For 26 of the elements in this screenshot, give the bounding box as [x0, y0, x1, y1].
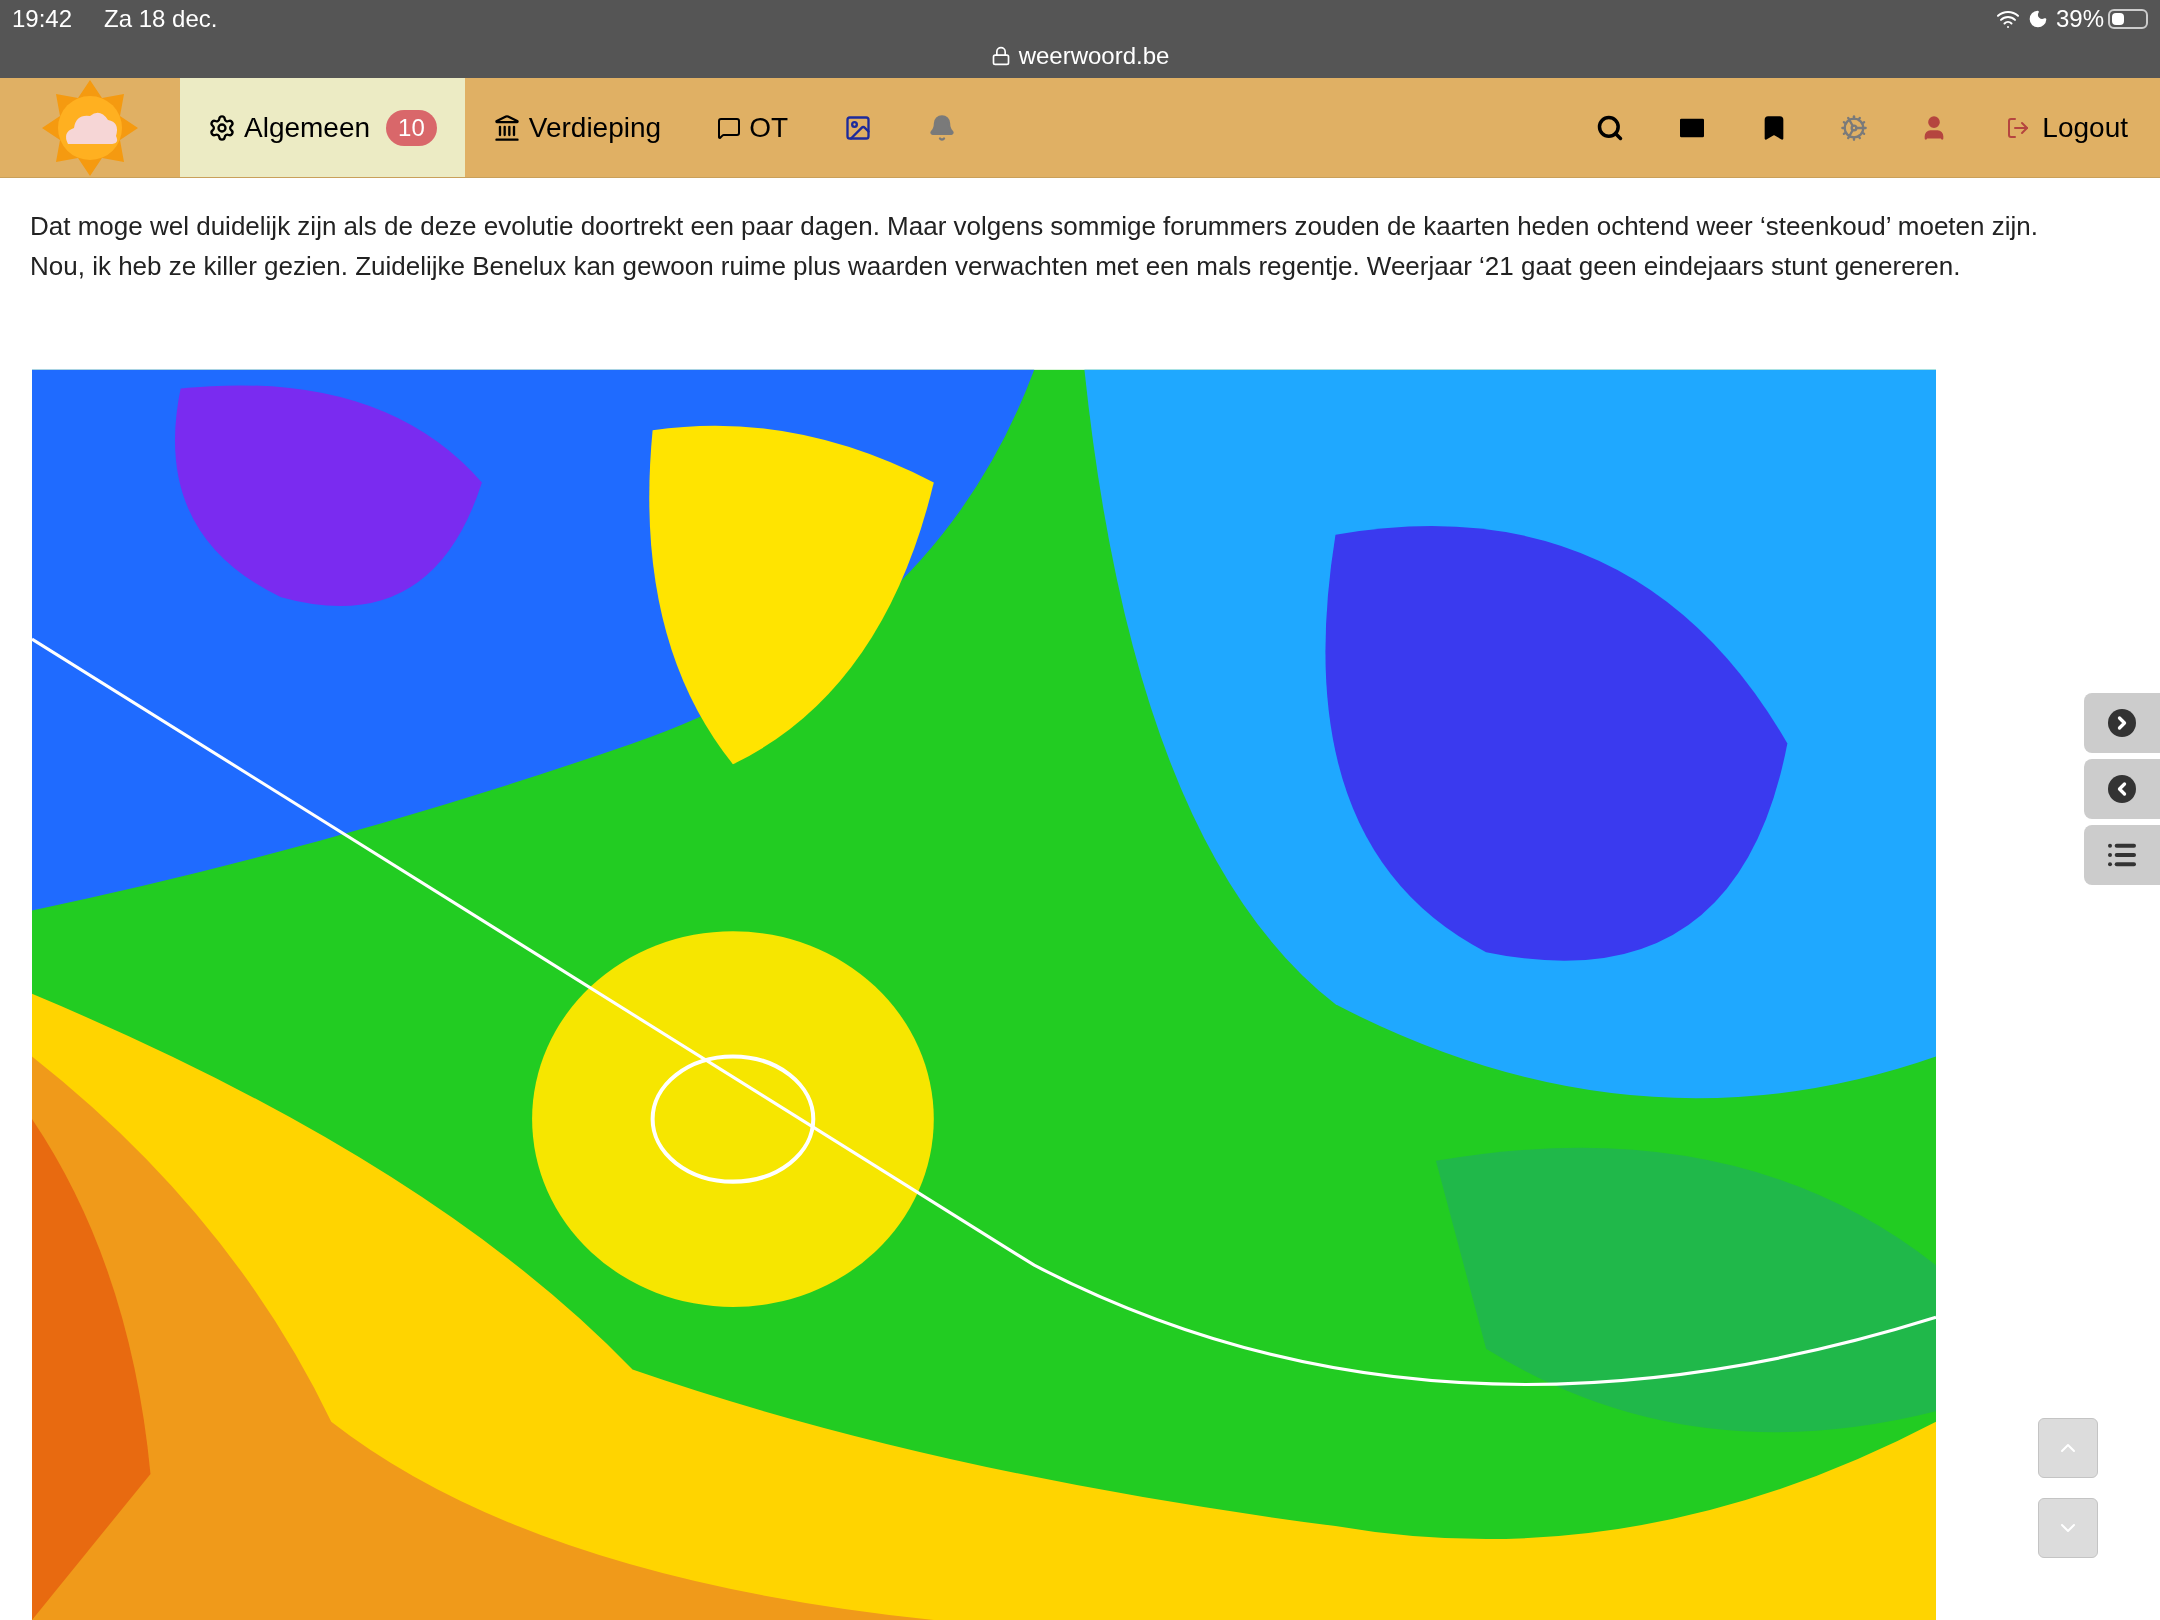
nav-tab[interactable]: Algemeen 10 [180, 78, 465, 177]
bell-icon [928, 113, 957, 142]
post-text: Dat moge wel duidelijk zijn als de deze evolutie doortrekt een paar dagen. Maar volgens sommige forummers zouden de kaarten heden ochtend weer ‘steenkoud’ moeten zijn. Nou, ik heb ze killer gezien. Zuidelijke Benelux kan gewoon ruime plus waarden verwachten met een mals regentje. Weerjaar ‘21 gaat geen eindejaars stunt genereren. [30, 210, 2039, 283]
logout-button[interactable]: Logout [1974, 78, 2160, 177]
side-button[interactable] [2084, 825, 2160, 885]
previous-icon [2108, 775, 2136, 803]
status-time: 19:42 [12, 4, 73, 34]
nav-tab[interactable]: Verdieping [464, 78, 690, 177]
moon-icon [2027, 9, 2048, 29]
next-icon [2108, 709, 2136, 737]
status-date: Za 18 dec. [104, 4, 218, 34]
gear-icon [208, 113, 236, 142]
chat-icon [717, 115, 742, 140]
lock-icon [990, 46, 1011, 66]
battery-level: 39% [2055, 4, 2104, 34]
building-icon [492, 113, 521, 142]
count-badge: 10 [386, 109, 437, 146]
side-button[interactable] [2084, 693, 2160, 753]
search-icon[interactable] [1596, 113, 1625, 142]
side-button[interactable] [2084, 759, 2160, 819]
logout-icon [2006, 115, 2031, 140]
image-icon [844, 113, 873, 142]
address-url[interactable]: weerwoord.be [1018, 38, 1170, 74]
gears-icon[interactable] [1840, 113, 1869, 142]
battery-icon [2108, 9, 2148, 29]
nav-tab[interactable]: OT [689, 78, 817, 177]
